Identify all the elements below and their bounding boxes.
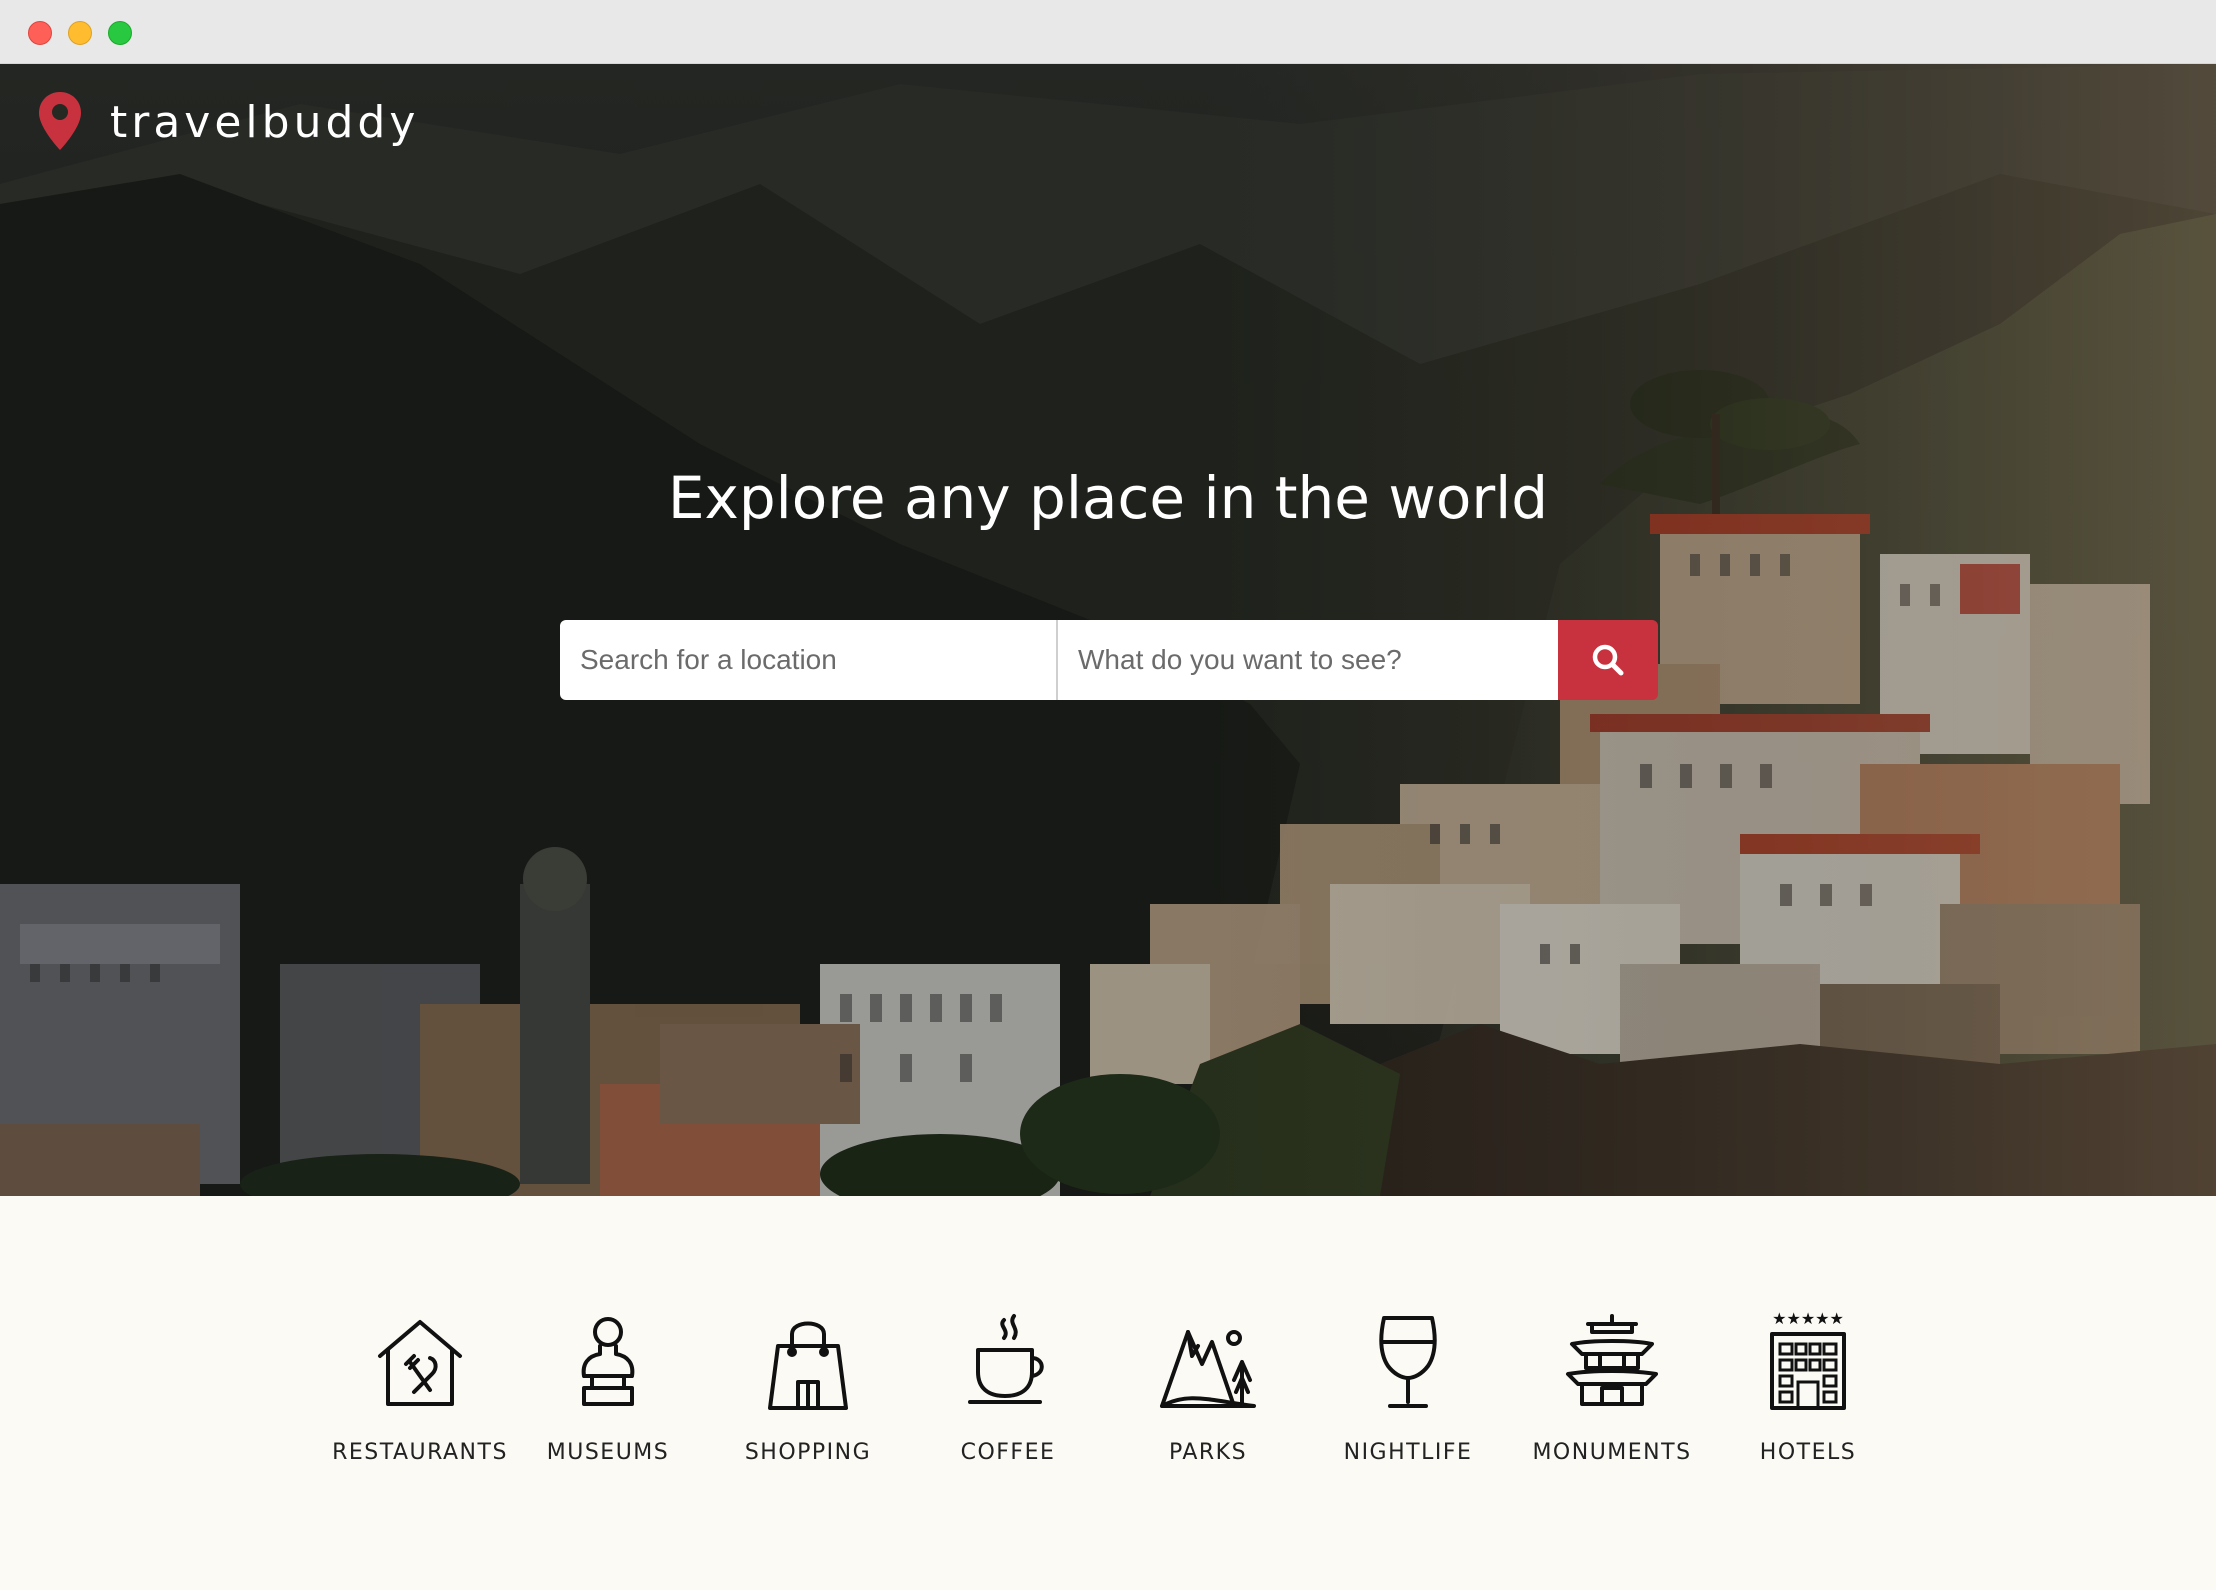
category-monuments[interactable]: MONUMENTS	[1512, 1312, 1712, 1472]
pagoda-icon	[1566, 1314, 1658, 1406]
category-label: PARKS	[1168, 1440, 1248, 1465]
category-restaurants[interactable]: RESTAURANTS	[320, 1312, 520, 1472]
location-search-input[interactable]	[560, 620, 1058, 700]
search-icon	[1592, 644, 1624, 676]
close-window-button[interactable]	[28, 21, 52, 45]
category-label: MONUMENTS	[1532, 1440, 1692, 1465]
browser-window: travelbuddy Explore any place in the wor…	[0, 0, 2216, 1590]
what-to-see-input[interactable]	[1058, 620, 1558, 700]
museum-bust-icon	[581, 1317, 635, 1406]
search-button[interactable]	[1558, 620, 1658, 700]
zoom-window-button[interactable]	[108, 21, 132, 45]
hero-headline: Explore any place in the world	[667, 464, 1549, 532]
minimize-window-button[interactable]	[68, 21, 92, 45]
category-label: SHOPPING	[744, 1440, 872, 1465]
restaurant-icon	[378, 1320, 462, 1406]
category-bar: RESTAURANTS MUSEUMS SHOPPING COFFEE PARK…	[0, 1312, 2216, 1472]
category-hotels[interactable]: ★★★★★ HOTELS	[1708, 1312, 1908, 1472]
category-label: COFFEE	[960, 1440, 1056, 1465]
category-label: RESTAURANTS	[332, 1440, 508, 1465]
category-parks[interactable]: PARKS	[1108, 1312, 1308, 1472]
category-nightlife[interactable]: NIGHTLIFE	[1308, 1312, 1508, 1472]
category-shopping[interactable]: SHOPPING	[708, 1312, 908, 1472]
category-label: NIGHTLIFE	[1343, 1440, 1473, 1465]
coffee-cup-icon	[968, 1314, 1044, 1404]
shopping-bag-icon	[768, 1321, 848, 1410]
window-titlebar	[0, 0, 2216, 64]
mountains-trees-icon	[1160, 1330, 1256, 1408]
wine-glass-icon	[1379, 1316, 1437, 1408]
category-label: MUSEUMS	[546, 1440, 670, 1465]
category-museums[interactable]: MUSEUMS	[508, 1312, 708, 1472]
category-label: HOTELS	[1759, 1440, 1857, 1465]
hero-section: travelbuddy Explore any place in the wor…	[0, 64, 2216, 1196]
logo[interactable]: travelbuddy	[36, 90, 419, 154]
hotel-building-icon: ★★★★★	[1770, 1312, 1846, 1410]
category-coffee[interactable]: COFFEE	[908, 1312, 1108, 1472]
map-pin-icon	[39, 92, 81, 150]
svg-text:★★★★★: ★★★★★	[1772, 1312, 1844, 1328]
brand-name: travelbuddy	[110, 96, 420, 148]
search-bar	[560, 620, 1658, 700]
